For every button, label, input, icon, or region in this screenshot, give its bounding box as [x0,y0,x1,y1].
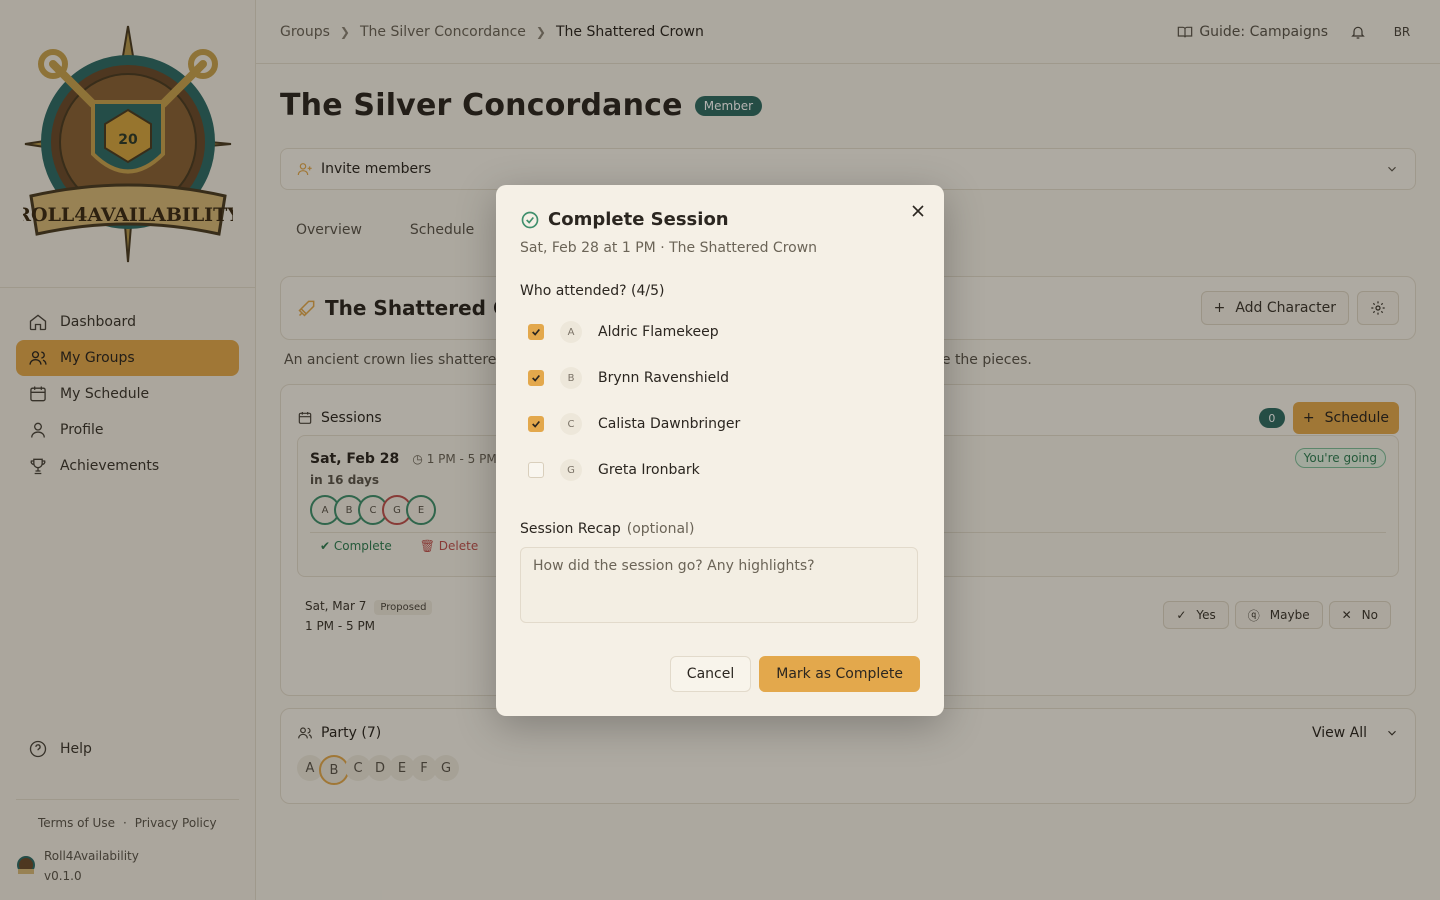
complete-session-dialog: Complete Session Sat, Feb 28 at 1 PM · T… [496,185,944,716]
attendee-row[interactable]: B Brynn Ravenshield [520,355,920,401]
attendee-avatar: B [560,367,582,389]
dialog-header: Complete Session [520,209,920,230]
attendee-row[interactable]: G Greta Ironbark [520,447,920,493]
attendance-checkbox[interactable] [528,370,544,386]
attendee-avatar: G [560,459,582,481]
close-button[interactable] [908,201,928,221]
dialog-title: Complete Session [548,209,729,230]
attendee-name: Brynn Ravenshield [598,370,730,386]
mark-complete-button[interactable]: Mark as Complete [759,656,920,692]
check-circle-icon [521,211,539,228]
attendance-checkbox[interactable] [528,324,544,340]
attendance-checkbox[interactable] [528,416,544,432]
attendee-name: Aldric Flamekeep [598,324,719,340]
attendance-list: A Aldric Flamekeep B Brynn Ravenshield C… [520,309,920,493]
attendance-checkbox[interactable] [528,462,544,478]
attendance-label: Who attended? (4/5) [520,283,665,299]
check-icon [532,374,540,382]
attendee-row[interactable]: C Calista Dawnbringer [520,401,920,447]
session-recap-textarea[interactable] [520,547,918,623]
check-icon [532,328,540,336]
dialog-subtitle: Sat, Feb 28 at 1 PM · The Shattered Crow… [520,240,818,256]
recap-label: Session Recap (optional) [520,521,695,537]
attendee-avatar: A [560,321,582,343]
attendee-row[interactable]: A Aldric Flamekeep [520,309,920,355]
attendee-name: Calista Dawnbringer [598,416,741,432]
check-icon [532,420,540,428]
cancel-button[interactable]: Cancel [669,656,752,692]
dialog-actions: Cancel Mark as Complete [669,656,920,692]
close-icon [912,205,924,217]
attendee-avatar: C [560,413,582,435]
recap-optional: (optional) [626,521,695,537]
attendee-name: Greta Ironbark [598,462,700,478]
